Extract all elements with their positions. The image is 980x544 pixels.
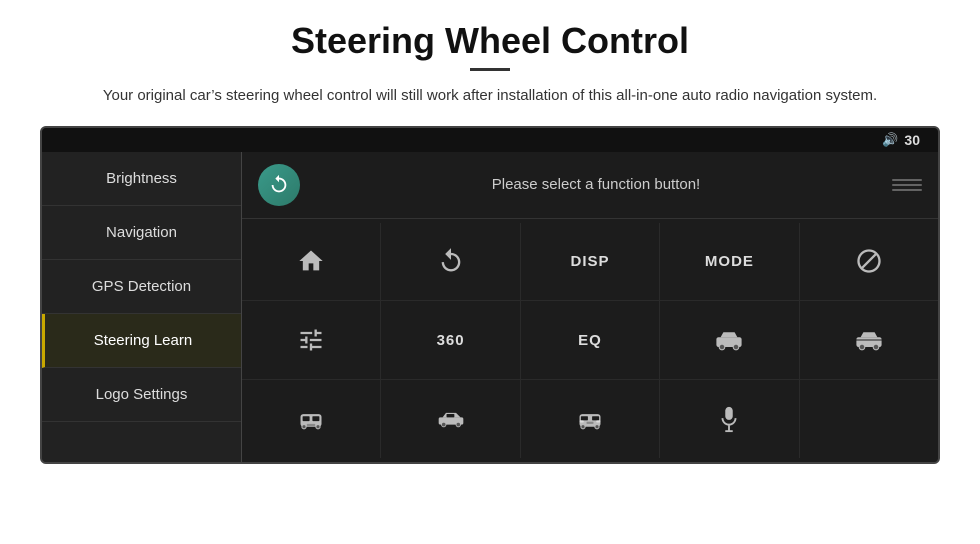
btn-360[interactable]: 360 bbox=[381, 301, 520, 379]
btn-disp[interactable]: DISP bbox=[521, 223, 660, 301]
car-view2-icon bbox=[855, 326, 883, 354]
btn-empty bbox=[800, 380, 938, 458]
car-view1-icon bbox=[715, 326, 743, 354]
btn-phone-reject[interactable] bbox=[800, 223, 938, 301]
btn-car-front[interactable] bbox=[242, 380, 381, 458]
btn-car-view1[interactable] bbox=[660, 301, 799, 379]
function-bar: Please select a function button! bbox=[242, 152, 938, 219]
function-prompt: Please select a function button! bbox=[316, 176, 876, 193]
btn-eq[interactable]: EQ bbox=[521, 301, 660, 379]
btn-microphone[interactable] bbox=[660, 380, 799, 458]
screen-body: Brightness Navigation GPS Detection Stee… bbox=[42, 152, 938, 462]
sidebar-item-steering-learn[interactable]: Steering Learn bbox=[42, 314, 241, 368]
main-content: Please select a function button! bbox=[242, 152, 938, 462]
refresh-icon bbox=[268, 174, 290, 196]
tune-icon bbox=[297, 326, 325, 354]
sidebar-item-gps-detection[interactable]: GPS Detection bbox=[42, 260, 241, 314]
car-rear-icon bbox=[576, 405, 604, 433]
home-icon bbox=[297, 247, 325, 275]
btn-car-rear[interactable] bbox=[521, 380, 660, 458]
sidebar-item-brightness[interactable]: Brightness bbox=[42, 152, 241, 206]
mode-label: MODE bbox=[705, 253, 754, 270]
back-icon bbox=[437, 247, 465, 275]
car-side-icon bbox=[437, 405, 465, 433]
buttons-grid: DISP MODE bbox=[242, 219, 938, 462]
buttons-row-2: 360 EQ bbox=[242, 301, 938, 380]
btn-tune[interactable] bbox=[242, 301, 381, 379]
page-subtitle: Your original car’s steering wheel contr… bbox=[103, 85, 877, 108]
title-divider bbox=[470, 68, 510, 71]
sidebar: Brightness Navigation GPS Detection Stee… bbox=[42, 152, 242, 462]
360-label: 360 bbox=[437, 332, 465, 349]
eq-label: EQ bbox=[578, 332, 602, 349]
disp-label: DISP bbox=[571, 253, 610, 270]
refresh-button[interactable] bbox=[258, 164, 300, 206]
btn-back[interactable] bbox=[381, 223, 520, 301]
top-right-lines-icon bbox=[892, 175, 922, 195]
phone-reject-icon bbox=[855, 247, 883, 275]
sidebar-item-logo-settings[interactable]: Logo Settings bbox=[42, 368, 241, 422]
volume-icon: 🔊 bbox=[882, 132, 898, 148]
buttons-row-3 bbox=[242, 380, 938, 458]
car-front-icon bbox=[297, 405, 325, 433]
btn-home[interactable] bbox=[242, 223, 381, 301]
microphone-icon bbox=[715, 405, 743, 433]
device-screen: 🔊 30 Brightness Navigation GPS Detection… bbox=[40, 126, 940, 464]
btn-car-view2[interactable] bbox=[800, 301, 938, 379]
page-title: Steering Wheel Control bbox=[291, 20, 689, 62]
btn-car-side[interactable] bbox=[381, 380, 520, 458]
sidebar-item-navigation[interactable]: Navigation bbox=[42, 206, 241, 260]
screen-topbar: 🔊 30 bbox=[42, 128, 938, 152]
volume-value: 30 bbox=[904, 132, 920, 148]
buttons-row-1: DISP MODE bbox=[242, 223, 938, 302]
btn-mode[interactable]: MODE bbox=[660, 223, 799, 301]
